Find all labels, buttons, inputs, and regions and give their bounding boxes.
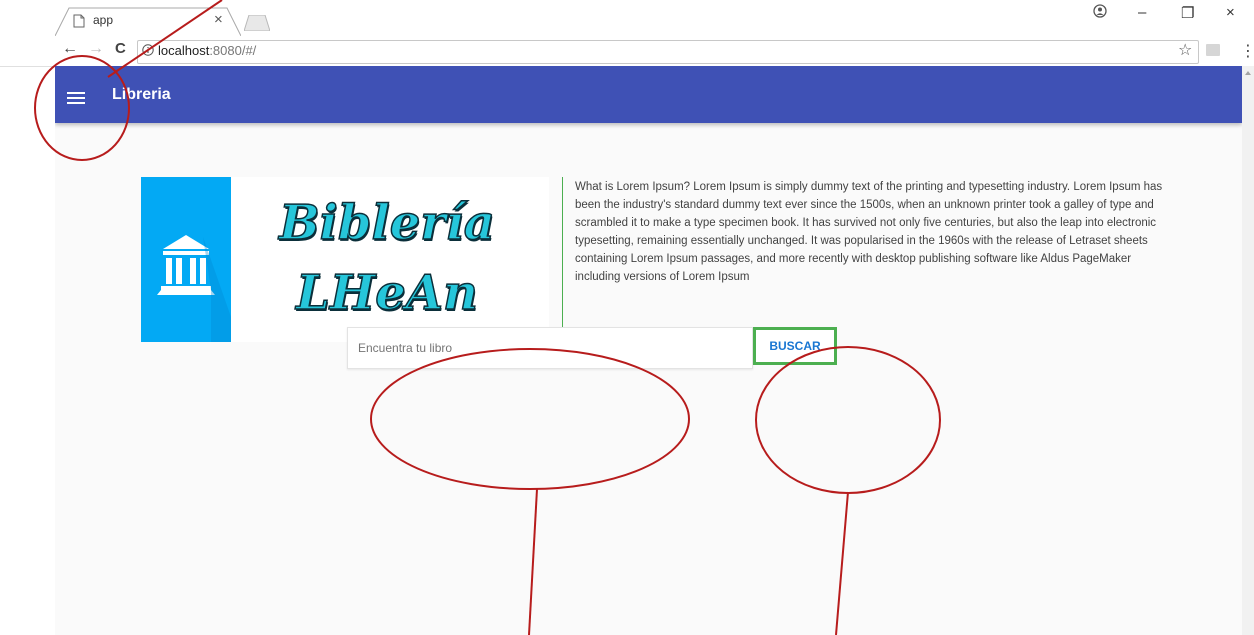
info-icon[interactable] (142, 44, 154, 56)
document-icon (73, 14, 85, 28)
vertical-divider (562, 177, 563, 340)
search-field[interactable] (347, 327, 764, 369)
hamburger-icon[interactable] (67, 92, 85, 104)
app-title: Libreria (112, 86, 171, 103)
search-button[interactable]: BUSCAR (753, 327, 837, 365)
search-input[interactable] (348, 328, 764, 368)
address-url: localhost:8080/#/ (158, 43, 256, 58)
vertical-scrollbar[interactable] (1242, 66, 1254, 635)
url-host: localhost (158, 43, 210, 58)
bookmark-star-icon[interactable]: ☆ (1178, 40, 1192, 60)
tab-close-icon[interactable]: × (214, 11, 223, 28)
bank-building-icon (157, 235, 231, 342)
address-bar[interactable] (137, 40, 1199, 64)
logo-text-line2: LHeAn (295, 264, 478, 322)
back-icon[interactable]: ← (62, 40, 78, 58)
logo-text-line1: Biblería (278, 194, 495, 252)
extension-icon[interactable] (1206, 44, 1220, 56)
app-bar: Libreria (55, 66, 1242, 123)
restore-icon[interactable]: ❐ (1181, 4, 1194, 22)
logo-image: Biblería LHeAn (141, 177, 549, 342)
scroll-up-arrow-icon[interactable] (1245, 71, 1251, 75)
account-icon[interactable] (1093, 4, 1107, 22)
reload-icon[interactable]: C (115, 40, 126, 57)
browser-menu-icon[interactable]: ⋮ (1240, 41, 1254, 61)
logo-icon-panel (141, 177, 231, 342)
minimize-icon[interactable]: – (1138, 4, 1146, 21)
url-path: :8080/#/ (209, 43, 257, 58)
new-tab-button[interactable] (244, 15, 270, 31)
description-text: What is Lorem Ipsum? Lorem Ipsum is simp… (575, 181, 1163, 283)
tab-title: app (93, 13, 114, 27)
forward-icon[interactable]: → (88, 40, 104, 58)
close-window-icon[interactable]: × (1226, 4, 1235, 21)
